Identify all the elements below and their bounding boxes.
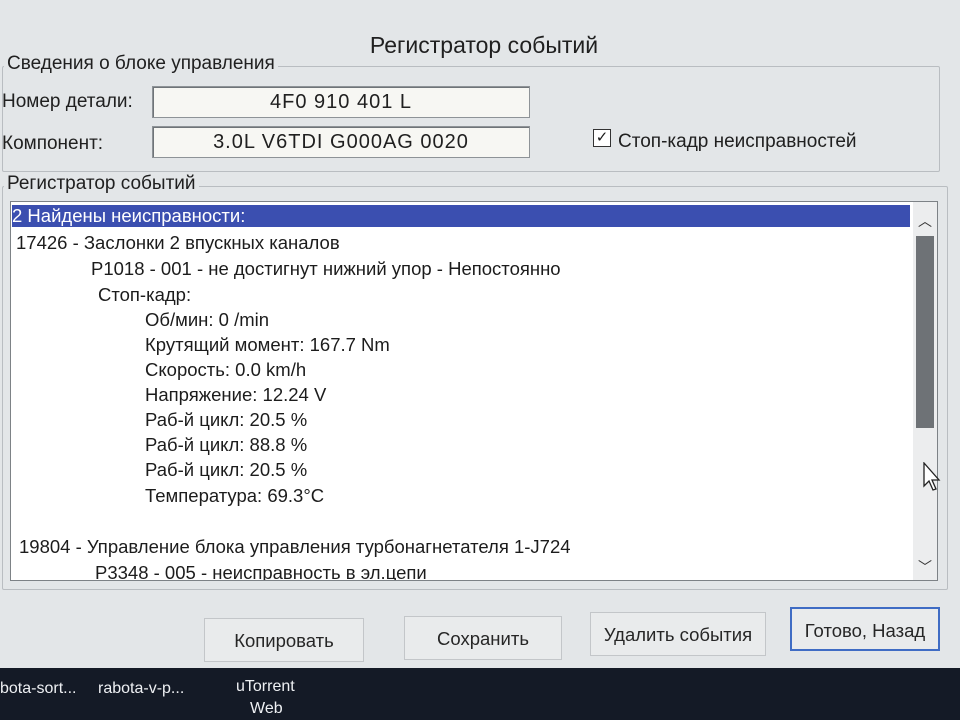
- log-line-fault-count[interactable]: 2 Найдены неисправности:: [12, 205, 910, 227]
- log-scrollbar[interactable]: ︿ ﹀: [913, 202, 937, 580]
- taskbar-item-utorrent[interactable]: uTorrent: [236, 678, 295, 696]
- log-line-duty-cycle-1[interactable]: Раб-й цикл: 20.5 %: [145, 409, 307, 431]
- taskbar-item-utorrent-web[interactable]: Web: [250, 700, 283, 718]
- scroll-thumb[interactable]: [916, 236, 934, 428]
- log-line-duty-cycle-2[interactable]: Раб-й цикл: 88.8 %: [145, 434, 307, 456]
- part-number-label: Номер детали:: [2, 91, 133, 112]
- log-line-fault-19804[interactable]: 19804 - Управление блока управления турб…: [19, 536, 571, 558]
- taskbar-item-rabota-v-p[interactable]: rabota-v-p...: [98, 680, 184, 698]
- log-line-speed[interactable]: Скорость: 0.0 km/h: [145, 359, 306, 381]
- log-line-fault-p3348[interactable]: P3348 - 005 - неисправность в эл.цепи: [95, 562, 427, 580]
- mouse-pointer-icon: [923, 462, 941, 491]
- log-line-temperature[interactable]: Температура: 69.3°C: [145, 485, 324, 507]
- freeze-frame-checkbox[interactable]: ✓: [593, 129, 611, 147]
- scroll-up-icon[interactable]: ︿: [913, 210, 937, 232]
- taskbar: bota-sort... rabota-v-p... uTorrent Web: [0, 668, 960, 720]
- log-line-fault-17426[interactable]: 17426 - Заслонки 2 впускных каналов: [16, 232, 340, 254]
- control-unit-info-legend: Сведения о блоке управления: [4, 53, 278, 75]
- log-line-duty-cycle-3[interactable]: Раб-й цикл: 20.5 %: [145, 459, 307, 481]
- event-log-list[interactable]: 2 Найдены неисправности: 17426 - Заслонк…: [10, 201, 938, 581]
- log-line-fault-p1018[interactable]: P1018 - 001 - не достигнут нижний упор -…: [91, 258, 561, 280]
- event-log-legend: Регистратор событий: [4, 173, 199, 195]
- component-label: Компонент:: [2, 133, 104, 154]
- log-line-rpm[interactable]: Об/мин: 0 /min: [145, 309, 269, 331]
- freeze-frame-checkbox-label[interactable]: Стоп-кадр неисправностей: [618, 131, 857, 153]
- scroll-down-icon[interactable]: ﹀: [913, 556, 937, 578]
- component-field: 3.0L V6TDI G000AG 0020: [152, 126, 530, 158]
- log-line-freeze-frame[interactable]: Стоп-кадр:: [98, 284, 191, 306]
- part-number-field: 4F0 910 401 L: [152, 86, 530, 118]
- log-line-voltage[interactable]: Напряжение: 12.24 V: [145, 384, 326, 406]
- taskbar-item-bota-sort[interactable]: bota-sort...: [0, 680, 76, 698]
- copy-button[interactable]: Копировать: [204, 618, 364, 662]
- delete-events-button[interactable]: Удалить события: [590, 612, 766, 656]
- log-line-torque[interactable]: Крутящий момент: 167.7 Nm: [145, 334, 390, 356]
- save-button[interactable]: Сохранить: [404, 616, 562, 660]
- done-back-button[interactable]: Готово, Назад: [790, 607, 940, 651]
